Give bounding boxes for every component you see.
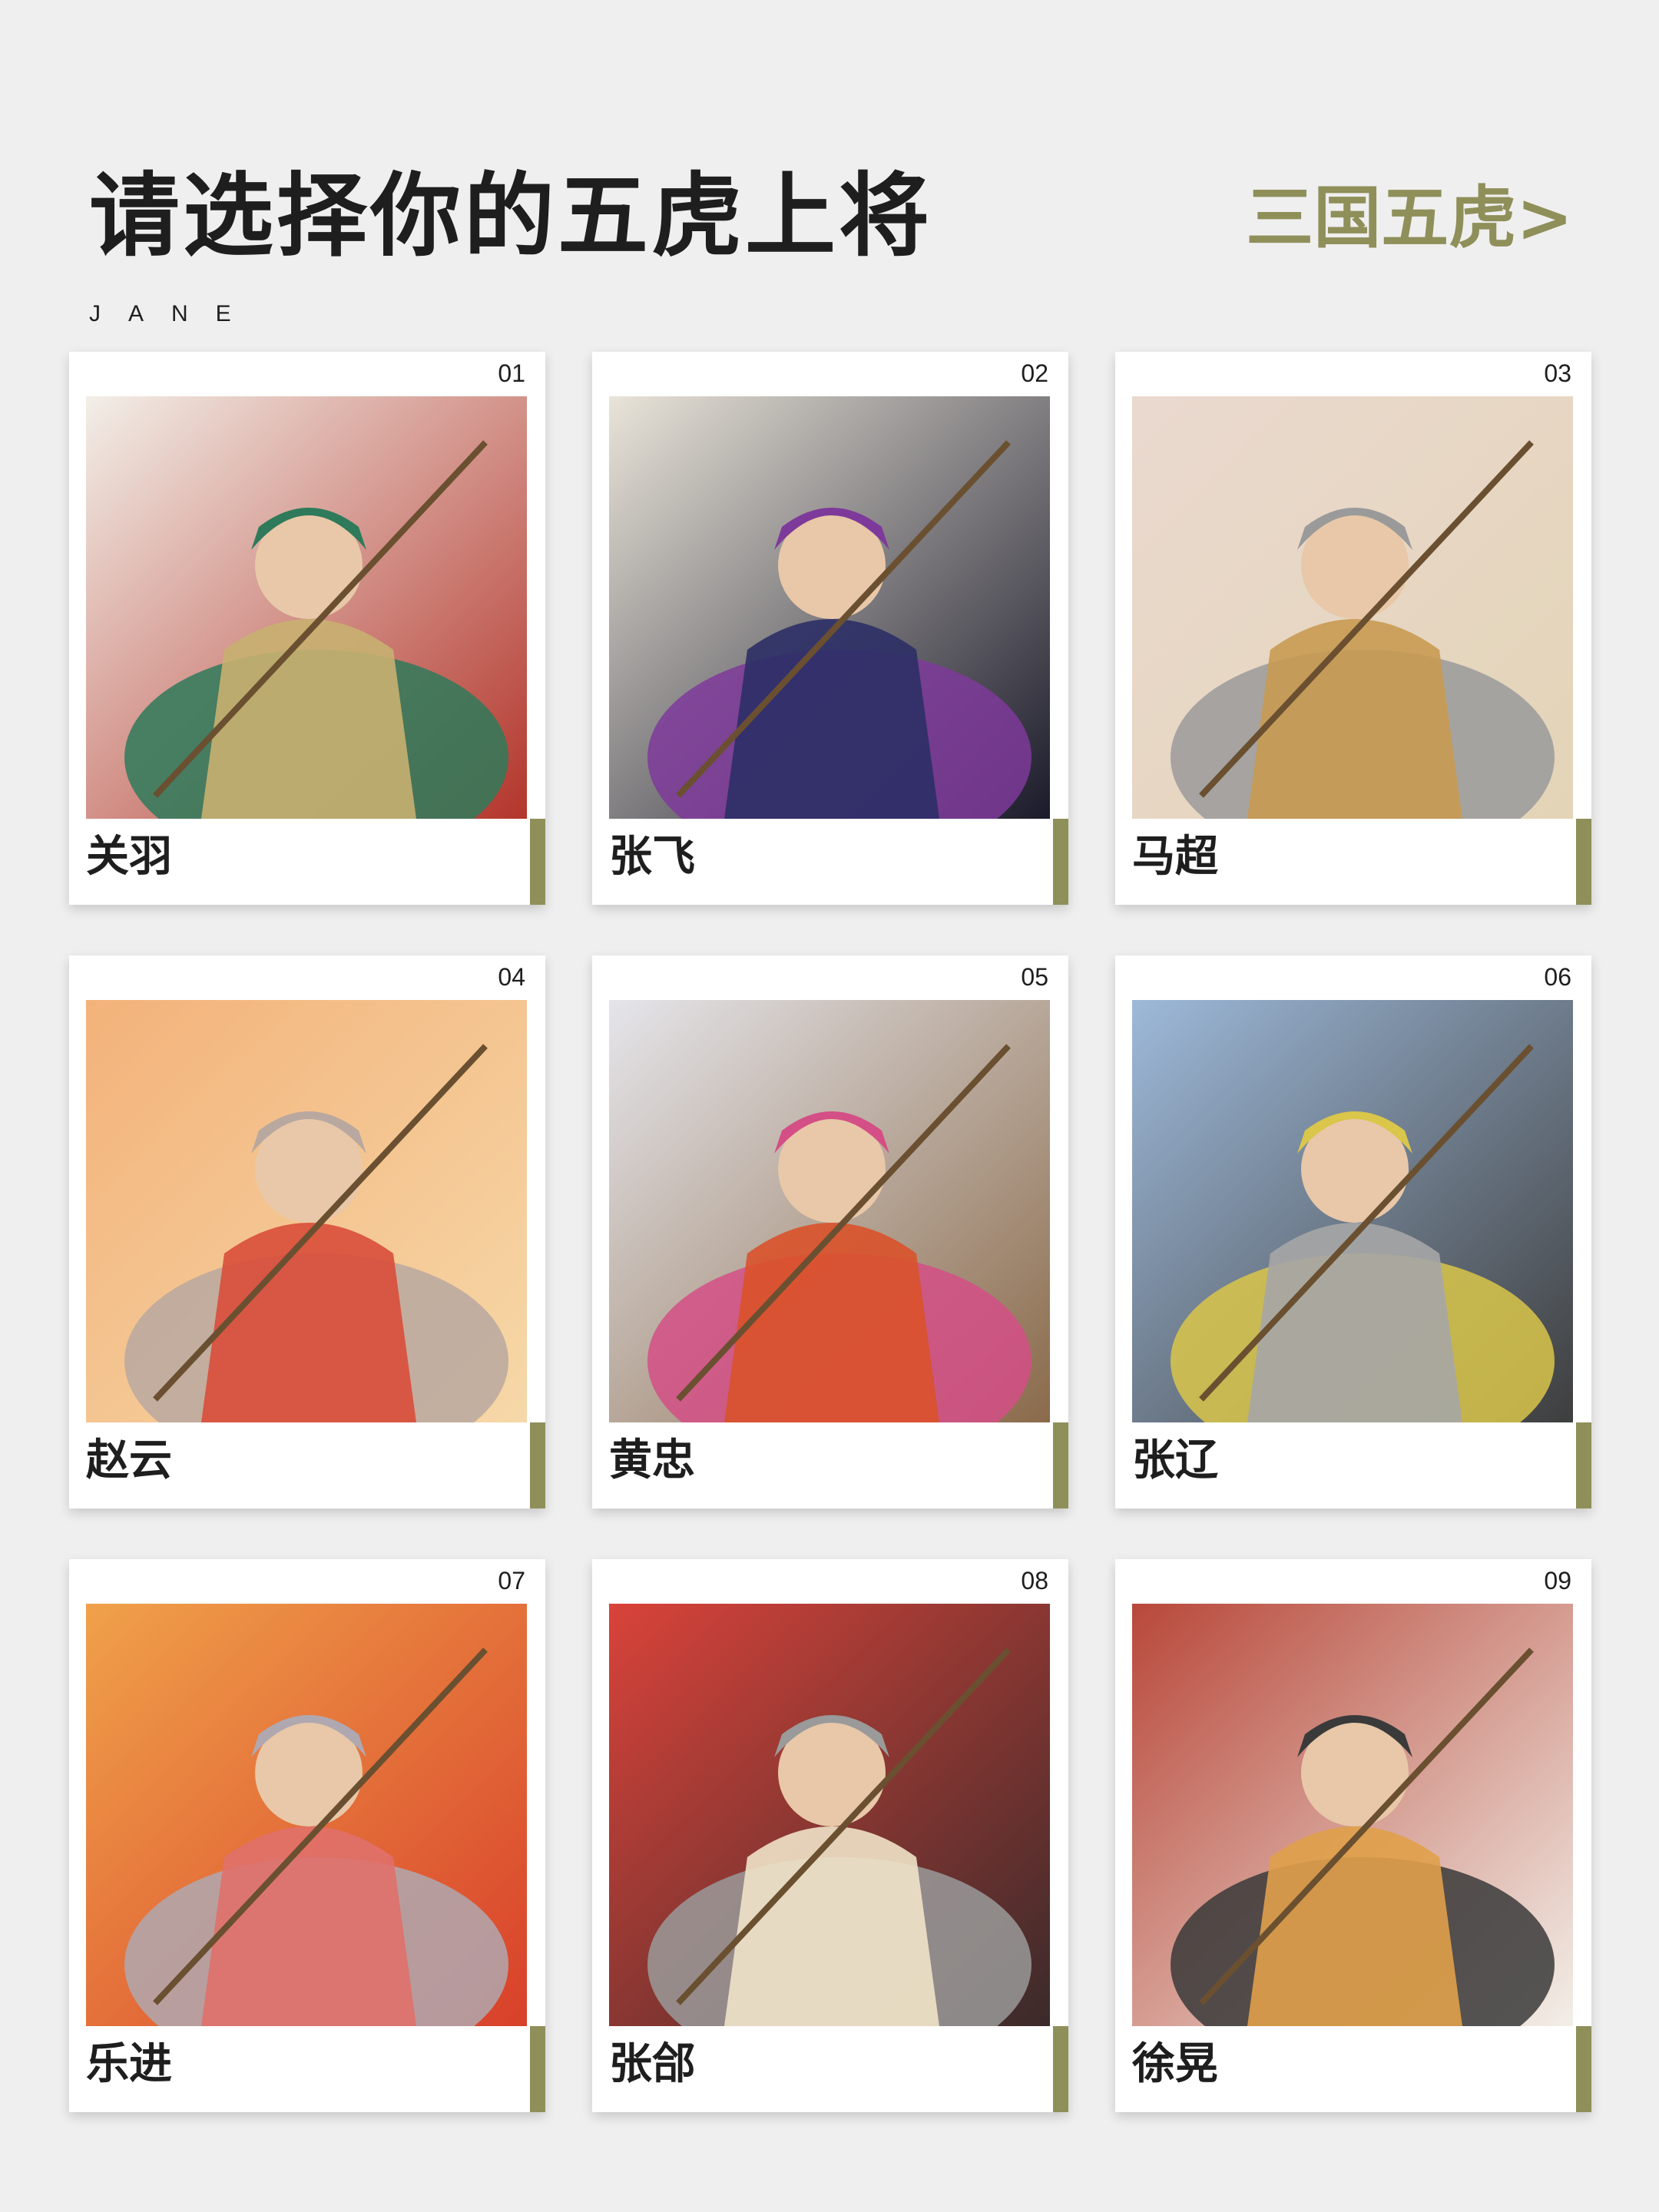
general-name: 赵云 bbox=[86, 1435, 172, 1485]
card-number: 03 bbox=[1544, 359, 1571, 387]
general-portrait-image[interactable] bbox=[609, 1000, 1050, 1422]
general-card[interactable]: 07 乐进 bbox=[69, 1559, 545, 2112]
general-name: 乐进 bbox=[86, 2039, 172, 2089]
card-accent-bar bbox=[530, 1422, 545, 1508]
five-tigers-link[interactable]: 三国五虎> bbox=[1246, 184, 1573, 252]
card-accent-bar bbox=[530, 2026, 545, 2112]
card-number: 08 bbox=[1021, 1567, 1048, 1594]
general-portrait-image[interactable] bbox=[1132, 1000, 1573, 1422]
card-number: 01 bbox=[498, 359, 525, 387]
card-accent-bar bbox=[1053, 1422, 1068, 1508]
general-name: 马超 bbox=[1132, 832, 1218, 882]
card-number: 04 bbox=[498, 963, 525, 991]
card-accent-bar bbox=[1053, 2026, 1068, 2112]
general-portrait-image[interactable] bbox=[86, 1604, 527, 2026]
general-card[interactable]: 05 黄忠 bbox=[592, 955, 1068, 1508]
general-card[interactable]: 01 关羽 bbox=[69, 352, 545, 905]
card-accent-bar bbox=[1053, 819, 1068, 905]
card-accent-bar bbox=[1576, 1422, 1591, 1508]
card-number: 07 bbox=[498, 1567, 525, 1594]
general-name: 张飞 bbox=[609, 832, 695, 882]
page-title: 请选择你的五虎上将 bbox=[89, 163, 933, 269]
card-number: 05 bbox=[1021, 963, 1048, 991]
general-portrait-image[interactable] bbox=[86, 396, 527, 819]
general-card[interactable]: 02 张飞 bbox=[592, 352, 1068, 905]
general-portrait-image[interactable] bbox=[86, 1000, 527, 1422]
card-number: 06 bbox=[1544, 963, 1571, 991]
general-card[interactable]: 08 张郃 bbox=[592, 1559, 1068, 2112]
general-name: 徐晃 bbox=[1132, 2039, 1218, 2089]
brand-subtitle: JANE bbox=[89, 301, 259, 326]
general-portrait-image[interactable] bbox=[609, 1604, 1050, 2026]
general-card[interactable]: 03 马超 bbox=[1115, 352, 1591, 905]
card-number: 02 bbox=[1021, 359, 1048, 387]
general-card[interactable]: 09 徐晃 bbox=[1115, 1559, 1591, 2112]
card-accent-bar bbox=[1576, 2026, 1591, 2112]
general-card[interactable]: 04 赵云 bbox=[69, 955, 545, 1508]
general-name: 黄忠 bbox=[609, 1435, 695, 1485]
card-accent-bar bbox=[1576, 819, 1591, 905]
general-card[interactable]: 06 张辽 bbox=[1115, 955, 1591, 1508]
general-name: 张郃 bbox=[609, 2039, 695, 2089]
card-accent-bar bbox=[530, 819, 545, 905]
general-portrait-image[interactable] bbox=[1132, 396, 1573, 819]
card-number: 09 bbox=[1544, 1567, 1571, 1594]
general-name: 张辽 bbox=[1132, 1435, 1218, 1485]
general-portrait-image[interactable] bbox=[1132, 1604, 1573, 2026]
general-portrait-image[interactable] bbox=[609, 396, 1050, 819]
general-name: 关羽 bbox=[86, 832, 172, 882]
